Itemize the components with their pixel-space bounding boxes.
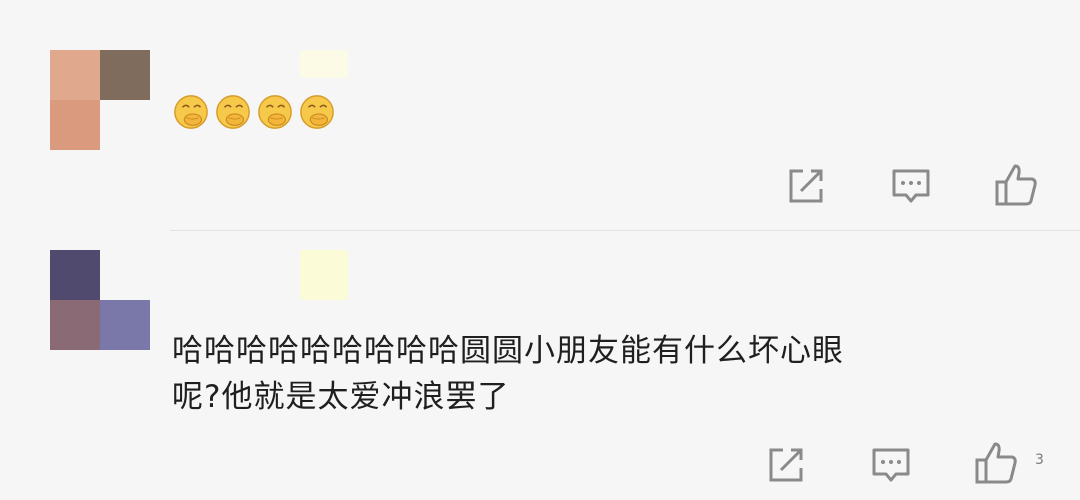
username-redacted[interactable]	[300, 50, 348, 78]
comment-text-line: 呢?他就是太爱冲浪罢了	[172, 379, 510, 415]
thumbs-up-icon	[995, 164, 1037, 206]
avatar-tile	[50, 250, 100, 300]
like-count: 3	[1035, 452, 1044, 468]
laughing-hand-over-mouth-emoji	[258, 95, 292, 129]
laughing-hand-over-mouth-emoji	[300, 95, 334, 129]
like-button[interactable]	[973, 440, 1019, 486]
comment-text-line: 哈哈哈哈哈哈哈哈哈圆圆小朋友能有什么坏心眼	[172, 333, 844, 369]
share-icon	[769, 448, 803, 482]
laughing-hand-over-mouth-emoji	[216, 95, 250, 129]
emoji-row	[172, 92, 336, 132]
like-button[interactable]	[993, 162, 1039, 208]
thumbs-up-icon	[975, 442, 1017, 484]
reply-button[interactable]	[890, 165, 932, 207]
avatar-tile	[50, 300, 100, 350]
avatar-tile	[50, 100, 100, 150]
comment-icon	[872, 448, 910, 482]
share-icon	[789, 169, 823, 203]
comment-item: 哈哈哈哈哈哈哈哈哈圆圆小朋友能有什么坏心眼 呢?他就是太爱冲浪罢了 3	[0, 232, 1080, 500]
share-button[interactable]	[785, 165, 827, 207]
comment-divider	[170, 230, 1080, 231]
comment-icon	[892, 169, 930, 203]
share-button[interactable]	[765, 444, 807, 486]
username-redacted[interactable]	[300, 250, 348, 300]
avatar-tile	[100, 250, 150, 300]
comment-text: 哈哈哈哈哈哈哈哈哈圆圆小朋友能有什么坏心眼 呢?他就是太爱冲浪罢了	[172, 328, 1042, 420]
comment-item	[0, 0, 1080, 230]
laughing-hand-over-mouth-emoji	[174, 95, 208, 129]
avatar[interactable]	[50, 50, 150, 150]
avatar-tile	[50, 50, 100, 100]
avatar-tile	[100, 300, 150, 350]
avatar-tile	[100, 100, 150, 150]
avatar-tile	[100, 50, 150, 100]
reply-button[interactable]	[870, 444, 912, 486]
avatar[interactable]	[50, 250, 150, 350]
